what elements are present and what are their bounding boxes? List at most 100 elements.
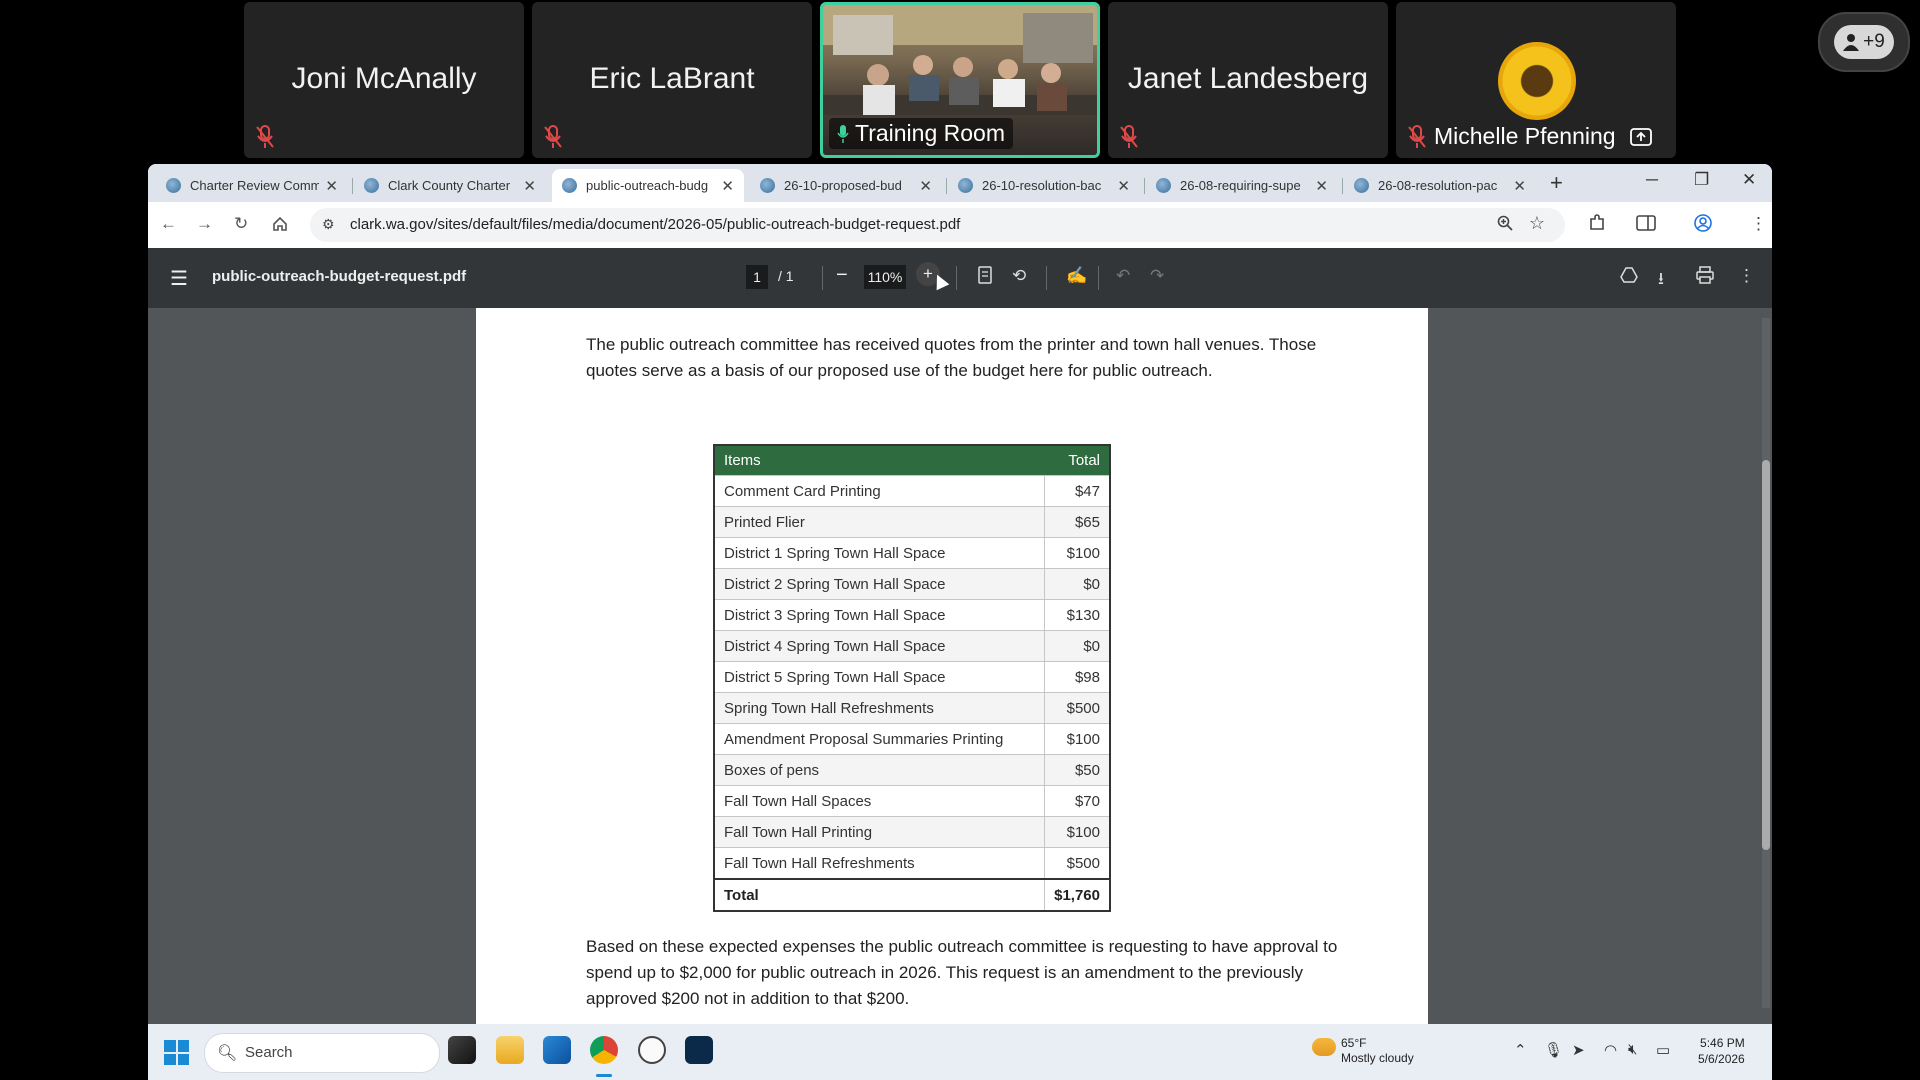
mic-muted-tray-icon[interactable]: 🎙︎ (1544, 1041, 1563, 1059)
pdf-more-options-icon[interactable]: ⋮ (1738, 266, 1755, 286)
undo-icon[interactable]: ↶ (1116, 266, 1130, 286)
total-cell: $500 (1044, 692, 1111, 724)
clock-app-icon[interactable] (638, 1036, 666, 1064)
close-icon[interactable]: ✕ (919, 177, 932, 195)
pdf-viewport[interactable]: The public outreach committee has receiv… (148, 308, 1772, 1024)
chevron-up-icon[interactable]: ⌃ (1514, 1041, 1527, 1059)
globe-icon (1156, 178, 1171, 193)
bookmark-star-icon[interactable]: ☆ (1529, 213, 1545, 234)
participant-tile-michelle[interactable]: Michelle Pfenning (1396, 2, 1676, 158)
page-number-input[interactable]: 1 (746, 265, 768, 289)
tab-label: 26-08-resolution-pac (1378, 178, 1498, 193)
battery-icon[interactable]: ▭ (1656, 1041, 1670, 1059)
site-info-icon[interactable]: ⚙ (322, 216, 335, 233)
rotate-icon[interactable]: ⟲ (1012, 266, 1026, 286)
redo-icon[interactable]: ↷ (1150, 266, 1164, 286)
item-cell: District 2 Spring Town Hall Space (713, 568, 1046, 600)
item-cell: Comment Card Printing (713, 475, 1046, 507)
print-icon[interactable] (1696, 266, 1714, 284)
home-icon[interactable] (272, 216, 288, 232)
wifi-icon[interactable]: ◠ (1604, 1041, 1617, 1059)
minimize-icon[interactable]: ─ (1646, 170, 1658, 190)
side-panel-icon[interactable] (1636, 214, 1656, 232)
hamburger-menu-icon[interactable]: ☰ (170, 266, 188, 291)
location-icon[interactable]: ➤ (1572, 1041, 1585, 1059)
forward-icon[interactable]: → (196, 214, 213, 234)
mic-muted-icon (256, 125, 274, 148)
participant-tile-joni[interactable]: Joni McAnally (244, 2, 524, 158)
table-row: Fall Town Hall Refreshments $500 (713, 847, 1111, 880)
draw-annotate-icon[interactable]: ✍ (1066, 266, 1087, 286)
address-bar[interactable]: ⚙ clark.wa.gov/sites/default/files/media… (310, 208, 1565, 242)
mic-active-icon (837, 124, 849, 143)
new-tab-button[interactable]: + (1550, 170, 1563, 196)
table-row: Comment Card Printing $47 (713, 475, 1111, 507)
extensions-icon[interactable] (1588, 214, 1606, 232)
tab-divider (1144, 178, 1145, 194)
outlook-icon[interactable] (543, 1036, 571, 1064)
webex-icon[interactable] (685, 1036, 713, 1064)
total-value: $1,760 (1044, 878, 1111, 912)
download-icon[interactable]: ⭳ (1658, 266, 1664, 295)
tab-clark-county-charter[interactable]: Clark County Charter ✕ (354, 169, 546, 202)
tab-26-08-resolution[interactable]: 26-08-resolution-pac ✕ (1344, 169, 1536, 202)
tab-26-10-proposed-budget[interactable]: 26-10-proposed-bud ✕ (750, 169, 942, 202)
weather-widget[interactable]: 65°F Mostly cloudy (1341, 1036, 1414, 1066)
chrome-icon[interactable] (590, 1036, 618, 1064)
close-icon[interactable]: ✕ (1117, 177, 1130, 195)
more-participants-button[interactable]: +9 (1818, 12, 1910, 72)
close-icon[interactable]: ✕ (325, 177, 338, 195)
participant-tile-training-room[interactable]: Training Room (820, 2, 1100, 158)
close-icon[interactable]: ✕ (1315, 177, 1328, 195)
volume-muted-icon[interactable]: 🔇︎ (1628, 1041, 1637, 1058)
tab-public-outreach-budget[interactable]: public-outreach-budg ✕ (552, 169, 744, 202)
browser-window: Charter Review Comm ✕ Clark County Chart… (148, 164, 1772, 1080)
close-icon[interactable]: ✕ (1513, 177, 1526, 195)
browser-menu-icon[interactable]: ⋮ (1750, 214, 1767, 234)
total-cell: $130 (1044, 599, 1111, 631)
windows-start-icon[interactable] (164, 1040, 189, 1065)
item-cell: Printed Flier (713, 506, 1046, 538)
participant-tile-eric[interactable]: Eric LaBrant (532, 2, 812, 158)
more-count: +9 (1863, 31, 1885, 52)
save-to-drive-icon[interactable] (1620, 266, 1638, 284)
weather-cloudy-icon (1312, 1038, 1336, 1056)
participant-name: Training Room (855, 120, 1005, 146)
mic-muted-icon (1120, 125, 1138, 148)
tab-charter-review[interactable]: Charter Review Comm ✕ (156, 169, 348, 202)
tab-label: public-outreach-budg (586, 178, 709, 193)
scrollbar-thumb[interactable] (1762, 460, 1770, 850)
zoom-out-button[interactable]: − (836, 264, 848, 287)
table-row: District 2 Spring Town Hall Space $0 (713, 568, 1111, 600)
file-explorer-icon[interactable] (496, 1036, 524, 1064)
close-window-icon[interactable]: ✕ (1742, 170, 1756, 190)
tab-label: Clark County Charter (388, 178, 511, 193)
zoom-icon[interactable] (1497, 215, 1513, 231)
close-icon[interactable]: ✕ (721, 177, 734, 195)
system-clock[interactable]: 5:46 PM 5/6/2026 (1698, 1035, 1745, 1067)
weather-temp: 65°F (1341, 1036, 1367, 1050)
zoom-level-input[interactable]: 110% (864, 265, 906, 289)
active-app-indicator (596, 1074, 612, 1077)
total-cell: $70 (1044, 785, 1111, 817)
total-cell: $0 (1044, 568, 1111, 600)
task-view-icon[interactable] (448, 1036, 476, 1064)
table-row: District 3 Spring Town Hall Space $130 (713, 599, 1111, 631)
table-row: Fall Town Hall Printing $100 (713, 816, 1111, 848)
restore-icon[interactable]: ❐ (1694, 170, 1709, 190)
back-icon[interactable]: ← (160, 214, 177, 234)
profile-icon[interactable] (1694, 214, 1712, 232)
item-cell: Spring Town Hall Refreshments (713, 692, 1046, 724)
search-placeholder: Search (245, 1044, 293, 1061)
taskbar-search[interactable]: 🔍︎ Search (204, 1033, 440, 1073)
tab-26-08-requiring[interactable]: 26-08-requiring-supe ✕ (1146, 169, 1338, 202)
tab-label: 26-08-requiring-supe (1180, 178, 1301, 193)
mic-muted-icon (1408, 125, 1426, 148)
total-cell: $500 (1044, 847, 1111, 880)
toolbar-divider (1098, 266, 1099, 290)
close-icon[interactable]: ✕ (523, 177, 536, 195)
fit-page-icon[interactable] (978, 266, 992, 284)
tab-26-10-resolution[interactable]: 26-10-resolution-bac ✕ (948, 169, 1140, 202)
participant-tile-janet[interactable]: Janet Landesberg (1108, 2, 1388, 158)
reload-icon[interactable]: ↻ (234, 214, 248, 234)
